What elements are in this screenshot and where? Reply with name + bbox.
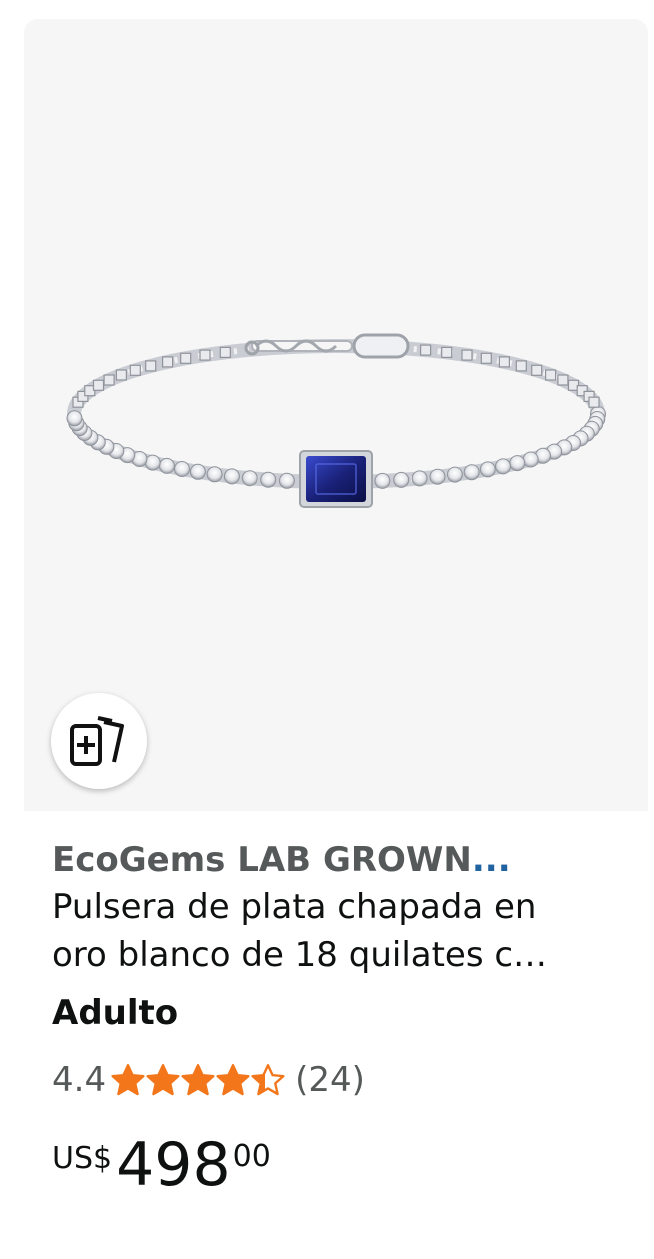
product-title-line-1: Pulsera de plata chapada en xyxy=(52,887,537,927)
bracelet-setting xyxy=(180,352,192,364)
bracelet-setting xyxy=(531,364,543,376)
rating-row[interactable]: 4.4 (24) xyxy=(52,1055,622,1105)
star-rating xyxy=(110,1063,285,1097)
bracelet-setting xyxy=(199,349,211,361)
bracelet-stone xyxy=(174,461,190,477)
review-count[interactable]: (24) xyxy=(295,1060,365,1100)
bracelet-stone xyxy=(495,458,511,475)
bracelet-setting xyxy=(162,356,174,368)
product-info: EcoGems LAB GROWN... Pulsera de plata ch… xyxy=(52,837,622,1203)
bracelet-stone xyxy=(66,410,83,427)
add-to-compare-icon xyxy=(70,716,124,766)
bracelet-setting xyxy=(115,369,128,381)
bracelet-setting xyxy=(544,369,557,381)
product-title-line-2: oro blanco de 18 quilates c… xyxy=(52,935,548,975)
star-icon xyxy=(251,1064,285,1096)
brand-ellipsis: ... xyxy=(471,840,511,880)
bracelet-stone xyxy=(144,454,161,471)
bracelet-setting xyxy=(441,346,453,358)
product-brand[interactable]: EcoGems LAB GROWN... xyxy=(52,837,622,883)
bracelet-stone xyxy=(463,464,480,481)
bracelet-stone xyxy=(189,463,206,480)
bracelet-setting xyxy=(588,396,600,408)
bracelet-stone xyxy=(393,471,410,488)
star-icon xyxy=(111,1064,145,1096)
product-variant: Adulto xyxy=(52,993,179,1033)
price-fraction: 00 xyxy=(232,1139,271,1174)
product-card[interactable]: EcoGems LAB GROWN... Pulsera de plata ch… xyxy=(24,19,648,1259)
star-icon xyxy=(181,1064,215,1096)
product-image-area[interactable] xyxy=(24,19,648,811)
bracelet-setting xyxy=(219,346,231,358)
bracelet-setting xyxy=(103,374,115,386)
previous-content-sliver xyxy=(0,0,654,8)
bracelet-stone xyxy=(374,472,391,489)
bracelet-setting xyxy=(129,364,141,376)
bracelet-stone xyxy=(509,455,526,472)
bracelet-stone xyxy=(278,472,295,489)
bracelet-setting xyxy=(92,379,105,391)
bracelet-stone xyxy=(411,470,428,487)
bracelet-stone xyxy=(223,468,240,485)
bracelet-setting xyxy=(557,374,569,386)
bracelet-setting xyxy=(515,360,527,372)
price: US$ 498 00 xyxy=(52,1133,622,1203)
bracelet-setting xyxy=(498,356,510,368)
add-to-compare-button[interactable] xyxy=(51,693,147,789)
bracelet-stone xyxy=(241,470,258,487)
price-whole: 498 xyxy=(116,1130,231,1200)
bracelet-stone xyxy=(158,457,175,474)
bracelet-setting xyxy=(420,344,432,356)
bracelet-setting xyxy=(145,360,157,372)
bracelet-stone xyxy=(206,466,223,483)
bracelet-stone xyxy=(522,451,539,468)
star-icon xyxy=(146,1064,180,1096)
bracelet-stone xyxy=(479,461,496,478)
brand-name: EcoGems LAB GROWN xyxy=(52,840,472,880)
bracelet-setting xyxy=(480,352,492,364)
bracelet-stone xyxy=(446,466,463,483)
product-image[interactable] xyxy=(24,19,648,811)
bracelet-setting xyxy=(461,349,473,361)
bracelet-stone xyxy=(260,471,277,488)
bracelet-stone xyxy=(429,468,446,485)
rating-value: 4.4 xyxy=(52,1060,107,1100)
price-currency: US$ xyxy=(52,1141,113,1176)
star-icon xyxy=(216,1064,250,1096)
product-title[interactable]: Pulsera de plata chapada en oro blanco d… xyxy=(52,883,622,979)
